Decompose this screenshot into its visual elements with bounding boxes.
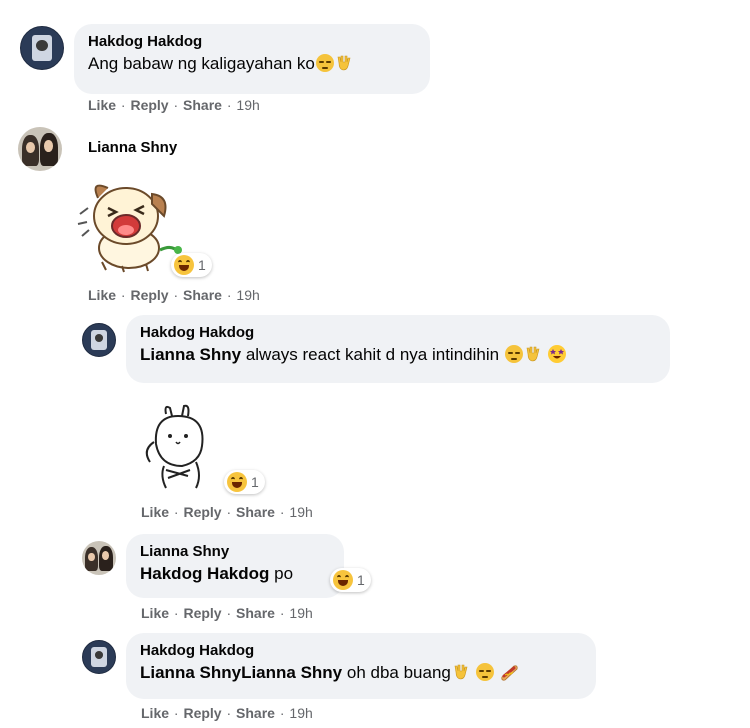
reply-button[interactable]: Reply xyxy=(183,504,221,520)
reply-body: po xyxy=(274,564,294,583)
vulcan-salute-icon xyxy=(335,54,353,72)
comment-bubble: Hakdog Hakdog Ang babaw ng kaligayahan k… xyxy=(74,24,430,94)
reaction-count: 1 xyxy=(198,257,206,273)
disappointed-face-icon xyxy=(315,54,334,72)
disappointed-face-icon xyxy=(504,345,523,363)
like-button[interactable]: Like xyxy=(141,504,169,520)
reply-button[interactable]: Reply xyxy=(183,605,221,621)
like-button[interactable]: Like xyxy=(141,605,169,621)
reply-body: oh dba buang xyxy=(346,663,451,682)
haha-reaction-icon xyxy=(333,570,353,590)
reply-actions: Like · Reply · Share · 19h xyxy=(141,705,313,721)
reaction-badge[interactable]: 1 xyxy=(224,470,265,494)
avatar[interactable] xyxy=(82,323,116,357)
timestamp[interactable]: 19h xyxy=(236,97,259,113)
reaction-count: 1 xyxy=(251,474,259,490)
reply-bubble: Lianna Shny Hakdog Hakdog po xyxy=(126,534,344,598)
reply-author[interactable]: Hakdog Hakdog xyxy=(140,641,582,661)
comment-author[interactable]: Hakdog Hakdog xyxy=(88,32,416,52)
mention-link[interactable]: Lianna ShnyLianna Shny xyxy=(140,663,342,682)
hotdog-icon xyxy=(499,663,518,681)
haha-reaction-icon xyxy=(227,472,247,492)
reply-button[interactable]: Reply xyxy=(130,97,168,113)
disappointed-face-icon xyxy=(475,663,494,681)
vulcan-salute-icon xyxy=(452,663,470,681)
reply-text: Hakdog Hakdog po xyxy=(140,564,293,583)
timestamp[interactable]: 19h xyxy=(236,287,259,303)
reaction-count: 1 xyxy=(357,572,365,588)
vulcan-salute-icon xyxy=(524,345,542,363)
share-button[interactable]: Share xyxy=(236,605,275,621)
avatar[interactable] xyxy=(82,541,116,575)
avatar[interactable] xyxy=(20,26,64,70)
shrugging-bunny-sticker xyxy=(142,404,214,492)
reply-author[interactable]: Hakdog Hakdog xyxy=(140,323,656,343)
reaction-badge[interactable]: 1 xyxy=(330,568,371,592)
share-button[interactable]: Share xyxy=(183,287,222,303)
mention-link[interactable]: Hakdog Hakdog xyxy=(140,564,269,583)
reply-text: Lianna Shny always react kahit d nya int… xyxy=(140,345,566,364)
reply-body: always react kahit d nya intindihin xyxy=(245,345,500,364)
laughing-dog-sticker xyxy=(74,178,184,274)
mention-link[interactable]: Lianna Shny xyxy=(140,345,241,364)
reaction-badge[interactable]: 1 xyxy=(171,253,212,277)
share-button[interactable]: Share xyxy=(236,504,275,520)
comment-actions: Like · Reply · Share · 19h xyxy=(88,287,260,303)
haha-reaction-icon xyxy=(174,255,194,275)
like-button[interactable]: Like xyxy=(88,97,116,113)
comment-actions: Like · Reply · Share · 19h xyxy=(88,97,260,113)
reply-actions: Like · Reply · Share · 19h xyxy=(141,605,313,621)
comment-text: Ang babaw ng kaligayahan ko xyxy=(88,54,353,73)
like-button[interactable]: Like xyxy=(141,705,169,721)
timestamp[interactable]: 19h xyxy=(289,504,312,520)
timestamp[interactable]: 19h xyxy=(289,605,312,621)
reply-button[interactable]: Reply xyxy=(183,705,221,721)
reply-bubble: Hakdog Hakdog Lianna Shny always react k… xyxy=(126,315,670,383)
star-struck-icon xyxy=(547,345,566,363)
reply-author[interactable]: Lianna Shny xyxy=(140,542,330,562)
avatar[interactable] xyxy=(18,127,62,171)
timestamp[interactable]: 19h xyxy=(289,705,312,721)
avatar[interactable] xyxy=(82,640,116,674)
reply-bubble: Hakdog Hakdog Lianna ShnyLianna Shny oh … xyxy=(126,633,596,699)
share-button[interactable]: Share xyxy=(236,705,275,721)
reply-actions: Like · Reply · Share · 19h xyxy=(141,504,313,520)
comment-author[interactable]: Lianna Shny xyxy=(88,139,177,156)
reply-text: Lianna ShnyLianna Shny oh dba buang xyxy=(140,663,518,682)
comment-body: Ang babaw ng kaligayahan ko xyxy=(88,54,315,73)
share-button[interactable]: Share xyxy=(183,97,222,113)
like-button[interactable]: Like xyxy=(88,287,116,303)
reply-button[interactable]: Reply xyxy=(130,287,168,303)
